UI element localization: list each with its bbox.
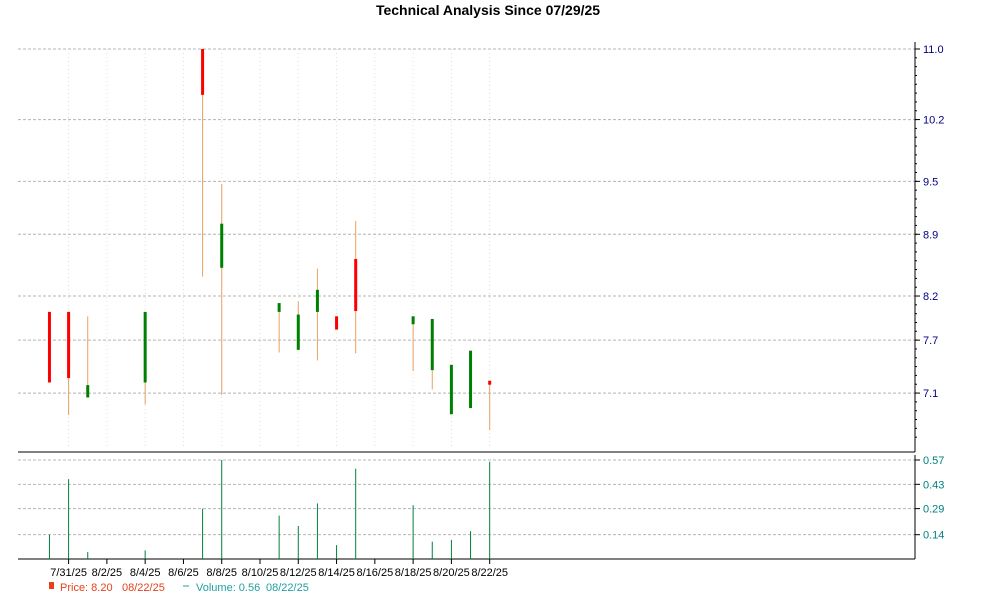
price-legend-label: Price: 8.20 [60,582,113,594]
x-tick-label: 8/4/25 [130,567,161,579]
candle [67,311,71,416]
candle-body [47,311,51,383]
candle [47,311,51,383]
volume-tick-label: 0.14 [923,530,944,542]
x-tick-label: 8/14/25 [318,567,355,579]
technical-analysis-chart: Technical Analysis Since 07/29/25 11.0 10… [0,0,1000,600]
price-tick-label: 10.2 [923,115,944,127]
volume-bars [48,460,491,559]
volume-tick-label: 0.29 [923,504,944,516]
candle [469,350,473,409]
x-tick-label: 8/18/25 [395,567,432,579]
candle-body [296,314,300,350]
price-tick-label: 8.2 [923,291,938,303]
x-tick-label: 8/22/25 [471,567,508,579]
candle-body [86,385,90,398]
candles [47,49,492,431]
candle-body [143,311,147,383]
candle-body [449,364,453,415]
candle-body [220,223,224,268]
volume-tick-label: 0.43 [923,479,944,491]
chart-svg: Technical Analysis Since 07/29/25 11.0 10… [18,2,944,594]
price-tick-label: 7.7 [923,335,938,347]
candle-body [335,316,339,330]
price-y-ticks: 11.0 10.2 9.5 8.9 8.2 7.7 7.1 [915,44,944,438]
price-legend-date: 08/22/25 [122,582,165,594]
candle [449,364,453,415]
candle [143,311,147,405]
x-tick-label: 8/10/25 [242,567,279,579]
candle-body [488,380,492,385]
price-grid [18,48,915,394]
x-tick-label: 8/20/25 [433,567,470,579]
candle-body [469,350,473,409]
candle-body [67,311,71,379]
candle-body [277,303,281,312]
candle [488,380,492,431]
volume-legend-label: Volume: 0.56 [196,582,260,594]
x-tick-label: 8/2/25 [92,567,123,579]
price-tick-label: 7.1 [923,388,938,400]
candle [201,49,205,277]
price-tick-label: 9.5 [923,176,938,188]
candle-body [201,49,205,95]
candle [430,318,434,390]
chart-title: Technical Analysis Since 07/29/25 [376,2,600,18]
candle-body [411,316,415,325]
x-tick-label: 8/12/25 [280,567,317,579]
x-tick-label: 8/16/25 [356,567,393,579]
candle-body [430,318,434,371]
volume-grid [18,459,915,536]
x-tick-label: 8/6/25 [168,567,199,579]
candle-body [354,258,358,312]
candle [315,268,319,361]
volume-y-ticks: 0.57 0.43 0.29 0.14 [915,455,944,542]
price-tick-label: 11.0 [923,44,944,56]
x-tick-label: 8/8/25 [206,567,237,579]
candle [277,303,281,353]
legend: Price: 8.20 08/22/25 Volume: 0.56 08/22/… [49,582,309,594]
candle-body [315,289,319,312]
x-tick-label: 7/31/25 [50,567,87,579]
candle [86,316,90,398]
price-tick-label: 8.9 [923,229,938,241]
candle [220,183,224,395]
candle [411,316,415,372]
price-legend-swatch [49,582,54,589]
candle [296,301,300,350]
volume-legend-date: 08/22/25 [266,582,309,594]
volume-tick-label: 0.57 [923,455,944,467]
candle [335,316,339,330]
candle [354,221,358,354]
